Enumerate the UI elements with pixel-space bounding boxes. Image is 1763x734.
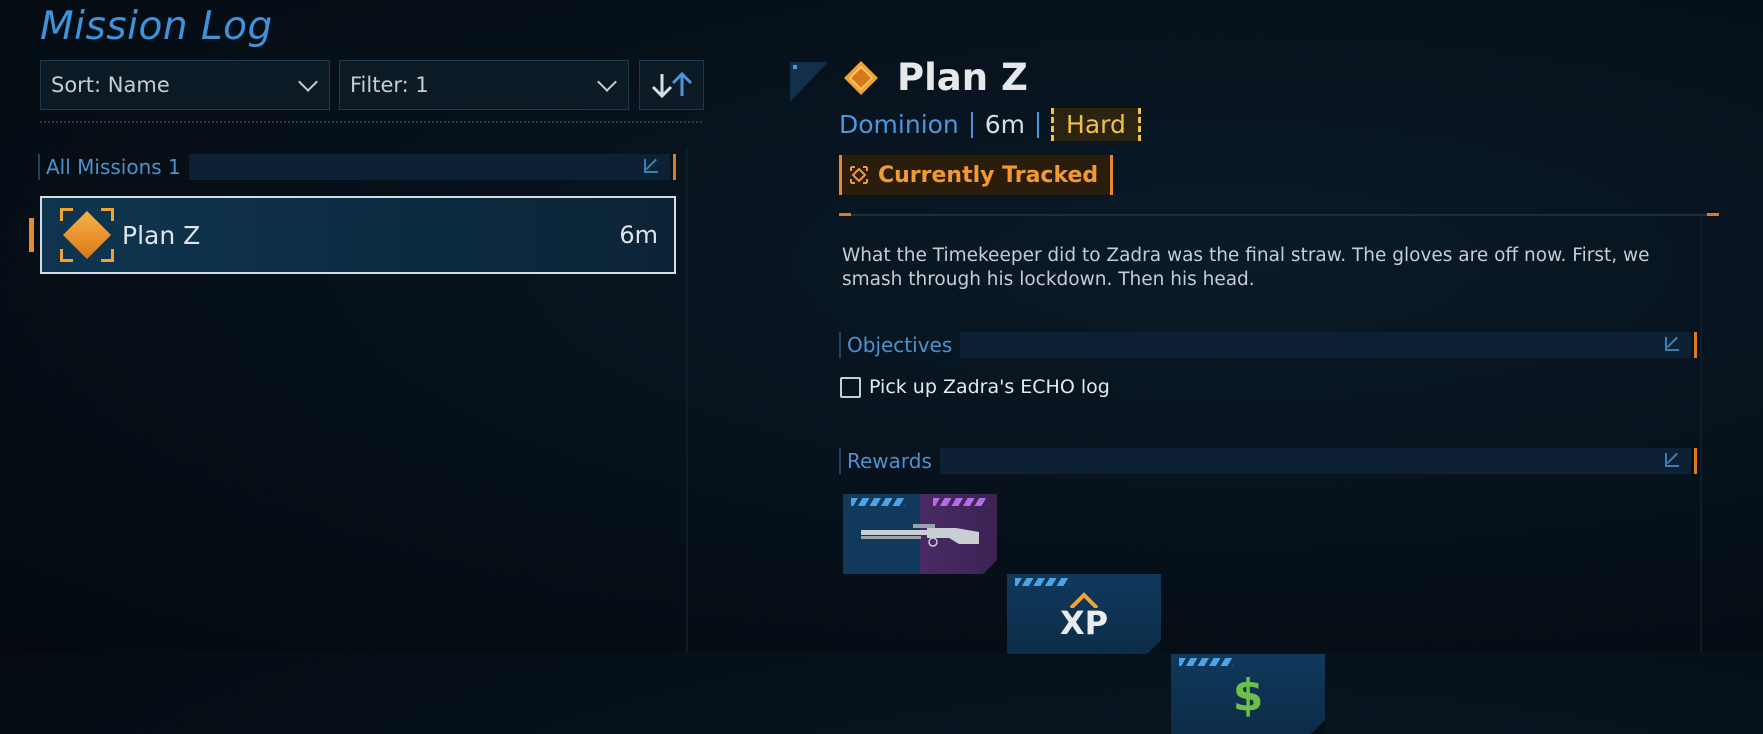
page-title: Mission Log — [40, 4, 273, 49]
sort-arrows-icon — [651, 71, 693, 99]
reward-cash[interactable]: $ — [1171, 654, 1325, 734]
mission-location: Dominion — [839, 110, 959, 139]
tracked-icon — [850, 166, 868, 184]
sort-order-button[interactable] — [639, 60, 704, 110]
chevron-down-icon — [298, 72, 318, 92]
mission-diamond-icon — [844, 61, 878, 95]
objectives-header: Objectives — [839, 332, 1697, 358]
cash-icon: $ — [1232, 670, 1264, 721]
reward-xp[interactable]: XP — [1007, 574, 1161, 654]
sort-dropdown[interactable]: Sort: Name — [40, 60, 330, 110]
rewards-label: Rewards — [847, 449, 932, 473]
mission-title: Plan Z — [897, 56, 1028, 99]
collapse-arrow-icon — [1665, 453, 1679, 467]
mission-time: 6m — [619, 221, 658, 249]
filter-dropdown[interactable]: Filter: 1 — [339, 60, 629, 110]
tracked-label: Currently Tracked — [878, 162, 1099, 188]
filter-dropdown-label: Filter: 1 — [350, 73, 429, 97]
divider — [40, 121, 702, 127]
mission-duration: 6m — [984, 110, 1026, 139]
xp-icon: XP — [1059, 604, 1109, 642]
rewards-header: Rewards — [839, 448, 1697, 474]
checkbox-icon — [840, 376, 861, 398]
objective-item: Pick up Zadra's ECHO log — [840, 376, 1110, 398]
sort-dropdown-label: Sort: Name — [51, 73, 170, 97]
selection-marker — [29, 218, 34, 252]
shotgun-icon — [861, 524, 979, 547]
all-missions-header: All Missions 1 — [38, 154, 676, 180]
all-missions-label: All Missions 1 — [46, 155, 181, 179]
mission-diamond-icon — [60, 208, 114, 262]
corner-accent-icon — [790, 62, 828, 102]
objectives-label: Objectives — [847, 333, 953, 357]
mission-meta: Dominion 6m Hard — [839, 108, 1141, 141]
chevron-down-icon — [597, 72, 617, 92]
mission-description: What the Timekeeper did to Zadra was the… — [842, 245, 1650, 290]
reward-weapon[interactable] — [843, 494, 997, 574]
mission-name: Plan Z — [122, 220, 201, 250]
collapse-arrow-icon — [1665, 337, 1679, 351]
mission-list-item[interactable]: Plan Z 6m — [40, 196, 676, 274]
difficulty-badge: Hard — [1051, 108, 1141, 141]
divider — [839, 214, 1719, 216]
objective-text: Pick up Zadra's ECHO log — [869, 376, 1110, 398]
tracked-badge: Currently Tracked — [839, 155, 1114, 195]
collapse-arrow-icon — [644, 159, 658, 173]
panel-divider — [686, 148, 688, 653]
